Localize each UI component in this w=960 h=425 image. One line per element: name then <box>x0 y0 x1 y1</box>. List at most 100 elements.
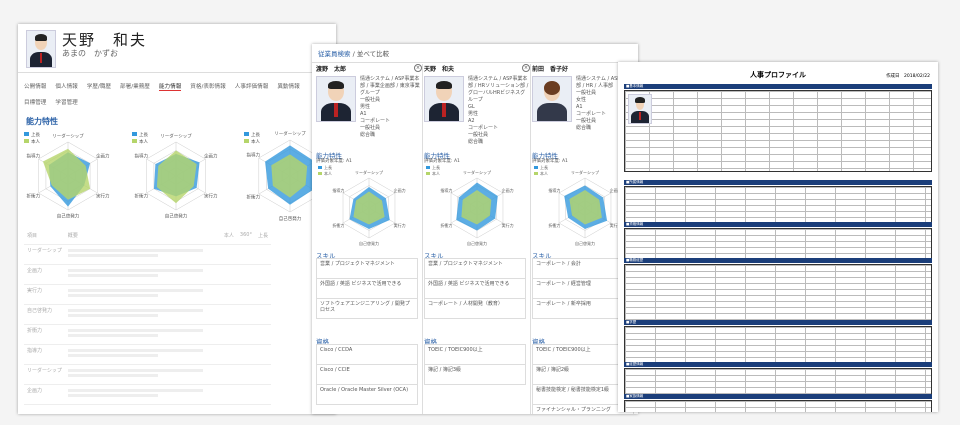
radar-axis-label: 自己啓発力 <box>57 213 80 220</box>
legend-label: 上長 <box>324 164 332 170</box>
tab-item[interactable]: 部署/業務歴 <box>120 82 150 90</box>
radar-axis-label: 企画力 <box>394 187 406 193</box>
radar-axis-label: 指導力 <box>246 151 260 158</box>
tab-item[interactable]: 能力情報 <box>158 82 182 91</box>
section-bar: ■家族情報 <box>624 394 932 399</box>
radar-charts: リーダーシップ企画力実行力自己啓発力 折衝力 指導力 リーダーシップ企画力実行力自己啓… <box>24 130 334 222</box>
series-self <box>156 150 197 204</box>
cert-item: Oracle / Oracle Master Silver (OCA) <box>316 384 418 405</box>
section-grid <box>624 368 932 396</box>
radar-axis-label: リーダーシップ <box>355 169 383 175</box>
tab-item[interactable]: 人事評価情報 <box>235 82 269 90</box>
profile-tabs: 公開情報 個人情報 学歴/職歴 部署/業務歴 能力情報 資格/表彰情報 人事評価情報 異動情報… <box>24 82 332 113</box>
skill-item: 営業 / プロジェクトマネジメント <box>424 258 526 278</box>
table-row: 指導力 <box>24 344 271 365</box>
avatar <box>532 76 572 122</box>
skill-list: 営業 / プロジェクトマネジメント 外国語 / 英語 ビジネスで活用できる コーポレ… <box>424 258 526 319</box>
document-date: 作成日 2018/02/22 <box>886 74 930 79</box>
table-header: 360° <box>236 230 255 245</box>
section-bar: ■資格情報 <box>624 222 932 227</box>
skill-item: 外国語 / 英語 ビジネスで活用できる <box>424 278 526 298</box>
radar-chart: リーダーシップ企画力実行力自己啓発力 折衝力 指導力 上長本人 <box>318 164 406 246</box>
avatar <box>628 94 652 124</box>
tab-item[interactable]: 目標管理 <box>24 98 46 106</box>
section-grid <box>624 326 932 364</box>
profile-document: 人事プロファイル 作成日 2018/02/22 ■基本情報 ■所属情報 ■資格情報 ■… <box>618 62 938 412</box>
tab-item[interactable]: 公開情報 <box>24 82 46 90</box>
person-meta: 情通システム / ASP事業本部 / 事業企画部 / 東京事業グループ 一般社員男… <box>360 76 420 138</box>
radar-axis-label: 指導力 <box>548 187 560 193</box>
radar-axis-label: リーダーシップ <box>52 132 84 139</box>
section-grid <box>624 228 932 260</box>
legend-label: 本人 <box>324 170 332 176</box>
table-row: リーダーシップ <box>24 364 271 385</box>
legend-label: 上長 <box>139 131 148 138</box>
profile-name: 天野 和夫 <box>62 31 148 49</box>
radar-axis-label: リーダーシップ <box>274 130 306 137</box>
ability-table: 項目 概要 本人 360° 上長 リーダーシップ 企画力 実行力 自己啓発力 折衝力 指導力 リーダー… <box>24 230 271 405</box>
radar-axis-label: 折衝力 <box>440 222 452 228</box>
radar-axis-label: 企画力 <box>204 152 218 159</box>
legend-label: 上長 <box>432 164 440 170</box>
skill-list: 営業 / プロジェクトマネジメント 外国語 / 英語 ビジネスで活用できる ソフトウ… <box>316 258 418 319</box>
radar-axis-label: 指導力 <box>135 152 149 159</box>
breadcrumb-search-link[interactable]: 従業員検索 <box>318 50 351 58</box>
radar-axis-label: リーダーシップ <box>160 132 192 139</box>
tab-item[interactable]: 学習管理 <box>55 98 77 106</box>
section-grid <box>624 90 932 172</box>
remove-icon[interactable]: × <box>522 64 530 72</box>
radar-axis-label: 企画力 <box>96 152 110 159</box>
cert-item: 簿記 / 簿記3級 <box>424 364 526 385</box>
legend-label: 上長 <box>31 131 40 138</box>
radar-axis-label: 折衝力 <box>246 194 260 201</box>
table-row: 自己啓発力 <box>24 304 271 325</box>
radar-chart: リーダーシップ企画力実行力自己啓発力 折衝力 指導力 上長本人 <box>426 164 514 246</box>
table-row: 折衝力 <box>24 324 271 345</box>
radar-axis-label: 実行力 <box>204 193 218 200</box>
tab-item[interactable]: 個人情報 <box>55 82 77 90</box>
section-bar: ■経歴情報 <box>624 362 932 367</box>
page-title: 並べて比較 <box>356 50 390 58</box>
legend-label: 本人 <box>540 170 548 176</box>
table-row: リーダーシップ <box>24 244 271 265</box>
radar-axis-label: 自己啓発力 <box>279 215 302 222</box>
avatar <box>316 76 356 122</box>
radar-axis-label: 指導力 <box>332 187 344 193</box>
compare-column: 天野 和夫 × 情通システム / ASP事業本部 / HRソリューション部 / … <box>424 64 530 414</box>
radar-axis-label: 折衝力 <box>548 222 560 228</box>
radar-axis-label: 指導力 <box>27 152 41 159</box>
tab-item[interactable]: 学歴/職歴 <box>87 82 111 90</box>
compare-window: 従業員検索 / 並べて比較 渡野 太郎 × 情通システム / ASP事業本部 /… <box>312 44 638 414</box>
section-grid <box>624 264 932 322</box>
section-bar: ■職務経歴 <box>624 258 932 263</box>
table-header: 上長 <box>254 230 271 245</box>
legend-label: 本人 <box>139 138 148 145</box>
table-row: 企画力 <box>24 384 271 405</box>
radar-axis-label: 自己啓発力 <box>359 240 379 246</box>
tab-item[interactable]: 異動情報 <box>277 82 299 90</box>
skill-item: 外国語 / 英語 ビジネスで活用できる <box>316 278 418 298</box>
breadcrumb: 従業員検索 / 並べて比較 <box>312 44 638 63</box>
person-name: 渡野 太郎 <box>316 66 347 73</box>
radar-axis-label: リーダーシップ <box>463 169 491 175</box>
radar-axis-label: 企画力 <box>502 187 514 193</box>
radar-axis-label: 折衝力 <box>27 193 41 200</box>
remove-icon[interactable]: × <box>414 64 422 72</box>
profile-kana: あまの かずお <box>62 49 118 58</box>
radar-axis-label: 指導力 <box>440 187 452 193</box>
radar-axis-label: 実行力 <box>96 193 110 200</box>
skill-item: コーポレート / 人材開発（教育） <box>424 298 526 319</box>
table-header: 概要 <box>64 230 221 245</box>
avatar <box>26 30 56 68</box>
radar-axis-label: 実行力 <box>394 222 406 228</box>
person-meta: 情通システム / ASP事業本部 / HRソリューション部 / グローバルHRビ… <box>468 76 529 145</box>
person-name: 天野 和夫 <box>424 66 455 73</box>
table-row: 実行力 <box>24 284 271 305</box>
profile-window: 天野 和夫 あまの かずお 公開情報 個人情報 学歴/職歴 部署/業務歴 能力情報 資格/… <box>18 24 336 414</box>
tab-item[interactable]: 資格/表彰情報 <box>190 82 225 90</box>
avatar <box>424 76 464 122</box>
section-bar: ■学歴 <box>624 320 932 325</box>
cert-item: TOEIC / TOEIC900以上 <box>424 344 526 364</box>
screenshot-collage: 天野 和夫 あまの かずお 公開情報 個人情報 学歴/職歴 部署/業務歴 能力情報 資格/… <box>0 0 960 425</box>
legend-label: 本人 <box>432 170 440 176</box>
